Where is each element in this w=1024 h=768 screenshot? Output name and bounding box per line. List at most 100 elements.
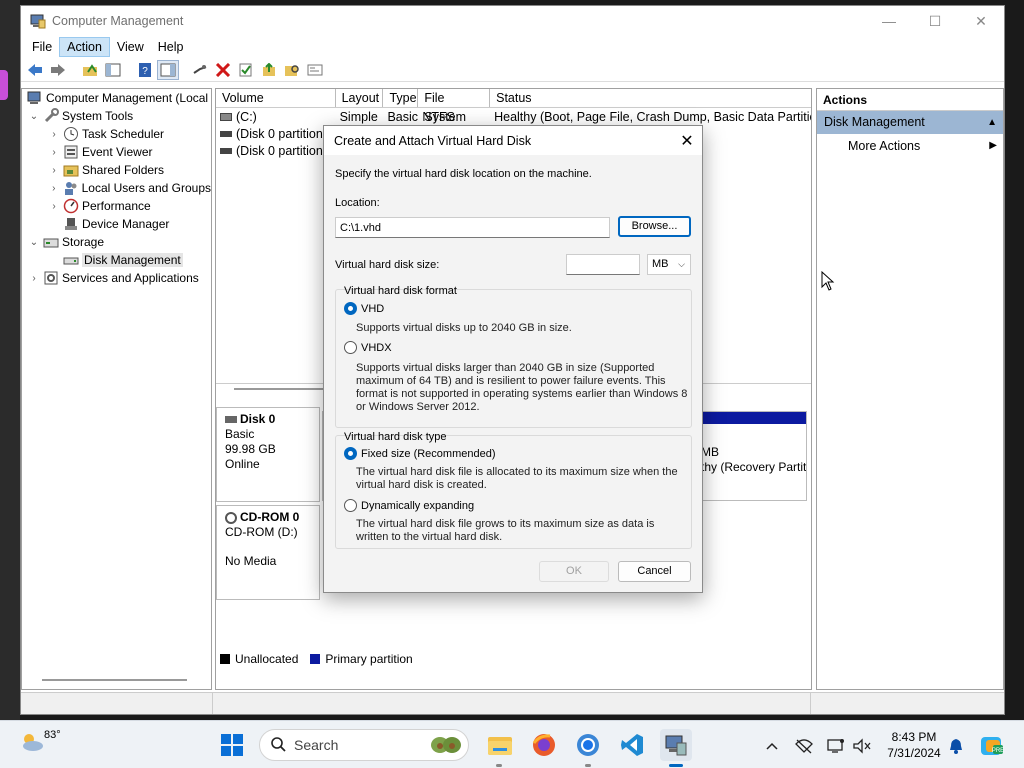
speaker-muted-icon[interactable] [851,735,873,757]
dialog-close-icon[interactable]: ✕ [672,131,702,151]
volume-list-header: Volume Layout Type File System Status [216,89,811,124]
size-unit-select[interactable]: MB ⌵ [647,254,691,275]
maximize-button[interactable]: ☐ [912,6,958,36]
disk-0-label[interactable]: Disk 0 Basic 99.98 GB Online [216,407,320,502]
delete-icon[interactable] [212,60,234,80]
expand-arrow-icon[interactable]: › [48,201,60,212]
computer-management-icon [27,90,43,106]
menu-file[interactable]: File [25,38,59,56]
taskbar-search[interactable]: Search [259,729,469,761]
tree-node-storage[interactable]: ⌄ Storage [22,233,211,251]
col-file-system[interactable]: File System [418,89,491,124]
menu-help[interactable]: Help [151,38,191,56]
weather-widget[interactable]: 83° [18,727,61,758]
clock-date: 7/31/2024 [887,746,941,760]
actions-pane: Actions Disk Management ▲ More Actions ▶ [816,88,1004,690]
tree-node-event-viewer[interactable]: › Event Viewer [22,143,211,161]
list-view-icon[interactable] [304,60,326,80]
file-explorer-icon[interactable] [484,729,516,761]
menu-view[interactable]: View [110,38,151,56]
col-volume[interactable]: Volume [216,89,336,107]
expand-arrow-icon[interactable]: › [48,165,60,176]
vhdx-radio[interactable]: VHDX [344,341,392,354]
tree-node-task-scheduler[interactable]: › Task Scheduler [22,125,211,143]
show-hidden-icons-icon[interactable] [761,735,783,757]
forward-icon[interactable] [47,60,69,80]
actions-header: Actions [817,89,1003,111]
size-input[interactable] [566,254,640,275]
export-list-icon[interactable] [258,60,280,80]
cancel-button[interactable]: Cancel [618,561,691,582]
help-icon[interactable]: ? [134,60,156,80]
fixed-size-radio[interactable]: Fixed size (Recommended) [344,447,496,460]
ok-button[interactable]: OK [539,561,609,582]
title-bar[interactable]: Computer Management — ☐ ✕ [21,6,1004,36]
tree-node-root[interactable]: Computer Management (Local [22,89,211,107]
expand-arrow-icon[interactable]: › [28,273,40,284]
firefox-icon[interactable] [528,729,560,761]
notification-bell-icon[interactable] [945,735,967,757]
desktop-edge-right [1005,0,1024,720]
dialog-title: Create and Attach Virtual Hard Disk [334,133,532,148]
network-disconnected-icon[interactable] [793,735,815,757]
up-folder-icon[interactable] [79,60,101,80]
horizontal-scrollbar[interactable] [234,388,324,390]
tree-node-services[interactable]: › Services and Applications [22,269,211,287]
collapse-arrow-icon[interactable]: ⌄ [28,111,40,122]
format-group-label: Virtual hard disk format [344,285,457,297]
check-properties-icon[interactable] [235,60,257,80]
computer-management-taskbar-icon[interactable] [660,729,692,761]
col-layout[interactable]: Layout [336,89,384,107]
vscode-icon[interactable] [616,729,648,761]
copilot-icon[interactable]: PRE [979,735,1005,757]
chrome-icon[interactable] [572,729,604,761]
cdrom-icon [225,511,237,524]
tree-horizontal-scrollbar[interactable] [42,679,187,681]
location-input[interactable] [335,217,610,238]
dialog-title-bar[interactable]: Create and Attach Virtual Hard Disk ✕ [324,126,702,155]
search-folder-icon[interactable] [281,60,303,80]
radio-selected-icon [344,302,357,315]
fixed-size-description: The virtual hard disk file is allocated … [356,466,678,491]
connect-icon[interactable] [189,60,211,80]
tree-node-device-manager[interactable]: Device Manager [22,215,211,233]
tree-node-disk-management[interactable]: Disk Management [22,251,211,269]
submenu-arrow-icon: ▶ [989,140,997,151]
disk-0-recovery-partition[interactable]: MB thy (Recovery Partit [694,411,807,501]
cdrom-0-label[interactable]: CD-ROM 0 CD-ROM (D:) No Media [216,505,320,600]
menu-action[interactable]: Action [59,37,110,57]
desktop-edge [0,0,20,720]
volume-icon [220,130,232,137]
expand-arrow-icon[interactable]: › [48,147,60,158]
show-action-pane-icon[interactable] [157,59,179,80]
expand-arrow-icon[interactable]: › [48,129,60,140]
col-status[interactable]: Status [490,89,811,107]
close-button[interactable]: ✕ [958,6,1004,36]
actions-group-disk-management[interactable]: Disk Management ▲ [817,111,1003,134]
dynamic-radio[interactable]: Dynamically expanding [344,499,474,512]
chrome-running-indicator [585,764,591,767]
vhd-radio[interactable]: VHD [344,302,384,315]
primary-swatch [310,654,321,664]
display-icon[interactable] [825,735,847,757]
explorer-running-indicator [496,764,502,767]
taskbar-clock[interactable]: 8:43 PM 7/31/2024 [880,729,948,761]
back-icon[interactable] [24,60,46,80]
tree-node-performance[interactable]: › Performance [22,197,211,215]
tree-node-system-tools[interactable]: ⌄ System Tools [22,107,211,125]
show-hide-console-tree-icon[interactable] [102,60,124,80]
tree-node-shared-folders[interactable]: › Shared Folders [22,161,211,179]
tree-node-local-users[interactable]: › Local Users and Groups [22,179,211,197]
collapse-arrow-icon[interactable]: ⌄ [28,237,40,248]
browse-button[interactable]: Browse... [618,216,691,237]
minimize-button[interactable]: — [866,6,912,36]
start-button[interactable] [216,729,248,761]
tools-icon [43,108,59,124]
collapse-up-icon[interactable]: ▲ [987,111,997,134]
col-type[interactable]: Type [383,89,419,107]
expand-arrow-icon[interactable]: › [48,183,60,194]
more-actions-item[interactable]: More Actions ▶ [817,134,1003,158]
table-row[interactable]: (C:) Simple Basic NTFS Healthy (Boot, Pa… [216,108,811,125]
performance-icon [63,198,79,214]
vhdx-description: Supports virtual disks larger than 2040 … [356,362,688,413]
